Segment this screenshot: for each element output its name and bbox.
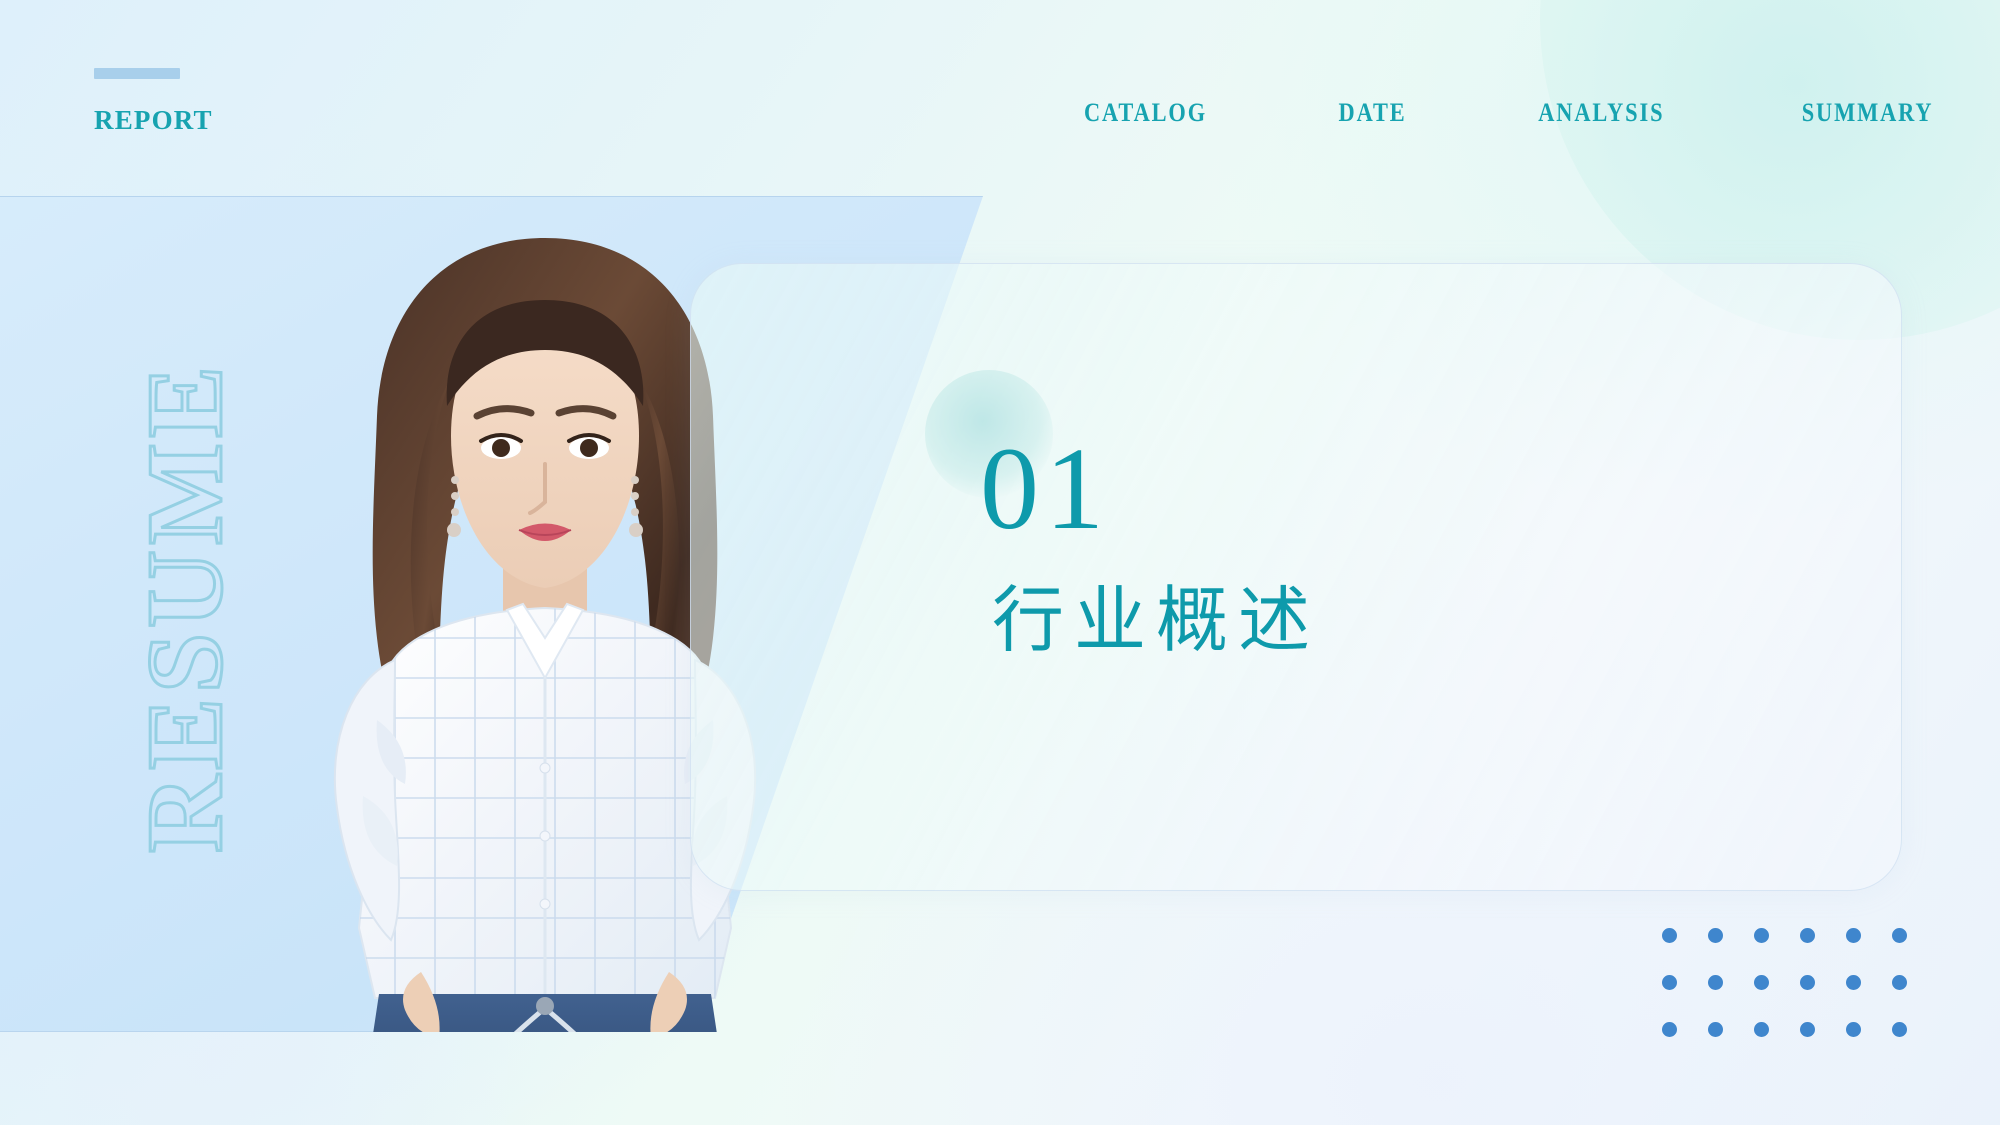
section-title: 行业概述 (992, 581, 1321, 661)
grid-dot (1846, 928, 1861, 943)
nav-item-date[interactable]: DATE (1339, 98, 1407, 128)
slide-root: REPORT CATALOG DATE ANALYSIS SUMMARY RES… (0, 0, 2000, 1125)
grid-dot (1708, 928, 1723, 943)
grid-dot (1800, 1022, 1815, 1037)
vertical-resume-label: RESUME (125, 359, 247, 854)
brand-accent-bar (94, 68, 180, 79)
grid-dot (1892, 1022, 1907, 1037)
nav-item-summary[interactable]: SUMMARY (1802, 98, 1934, 128)
grid-dot (1754, 928, 1769, 943)
grid-dot (1662, 928, 1677, 943)
grid-dot (1892, 975, 1907, 990)
header: REPORT CATALOG DATE ANALYSIS SUMMARY (0, 0, 2000, 197)
grid-dot (1708, 975, 1723, 990)
grid-dot (1662, 1022, 1677, 1037)
grid-dot (1754, 975, 1769, 990)
nav-item-analysis[interactable]: ANALYSIS (1538, 98, 1664, 128)
grid-dot (1754, 1022, 1769, 1037)
grid-dot (1800, 975, 1815, 990)
grid-dot (1846, 1022, 1861, 1037)
grid-dot (1892, 928, 1907, 943)
grid-dot (1800, 928, 1815, 943)
brand: REPORT (94, 68, 213, 136)
content-glass-card (690, 263, 1902, 891)
section-number: 01 (980, 423, 1110, 554)
main-nav: CATALOG DATE ANALYSIS SUMMARY (1074, 98, 1944, 128)
brand-name: REPORT (94, 105, 213, 135)
grid-dot (1708, 1022, 1723, 1037)
grid-dot (1846, 975, 1861, 990)
dot-grid-decoration (1662, 928, 1938, 1069)
nav-item-catalog[interactable]: CATALOG (1084, 98, 1207, 128)
grid-dot (1662, 975, 1677, 990)
